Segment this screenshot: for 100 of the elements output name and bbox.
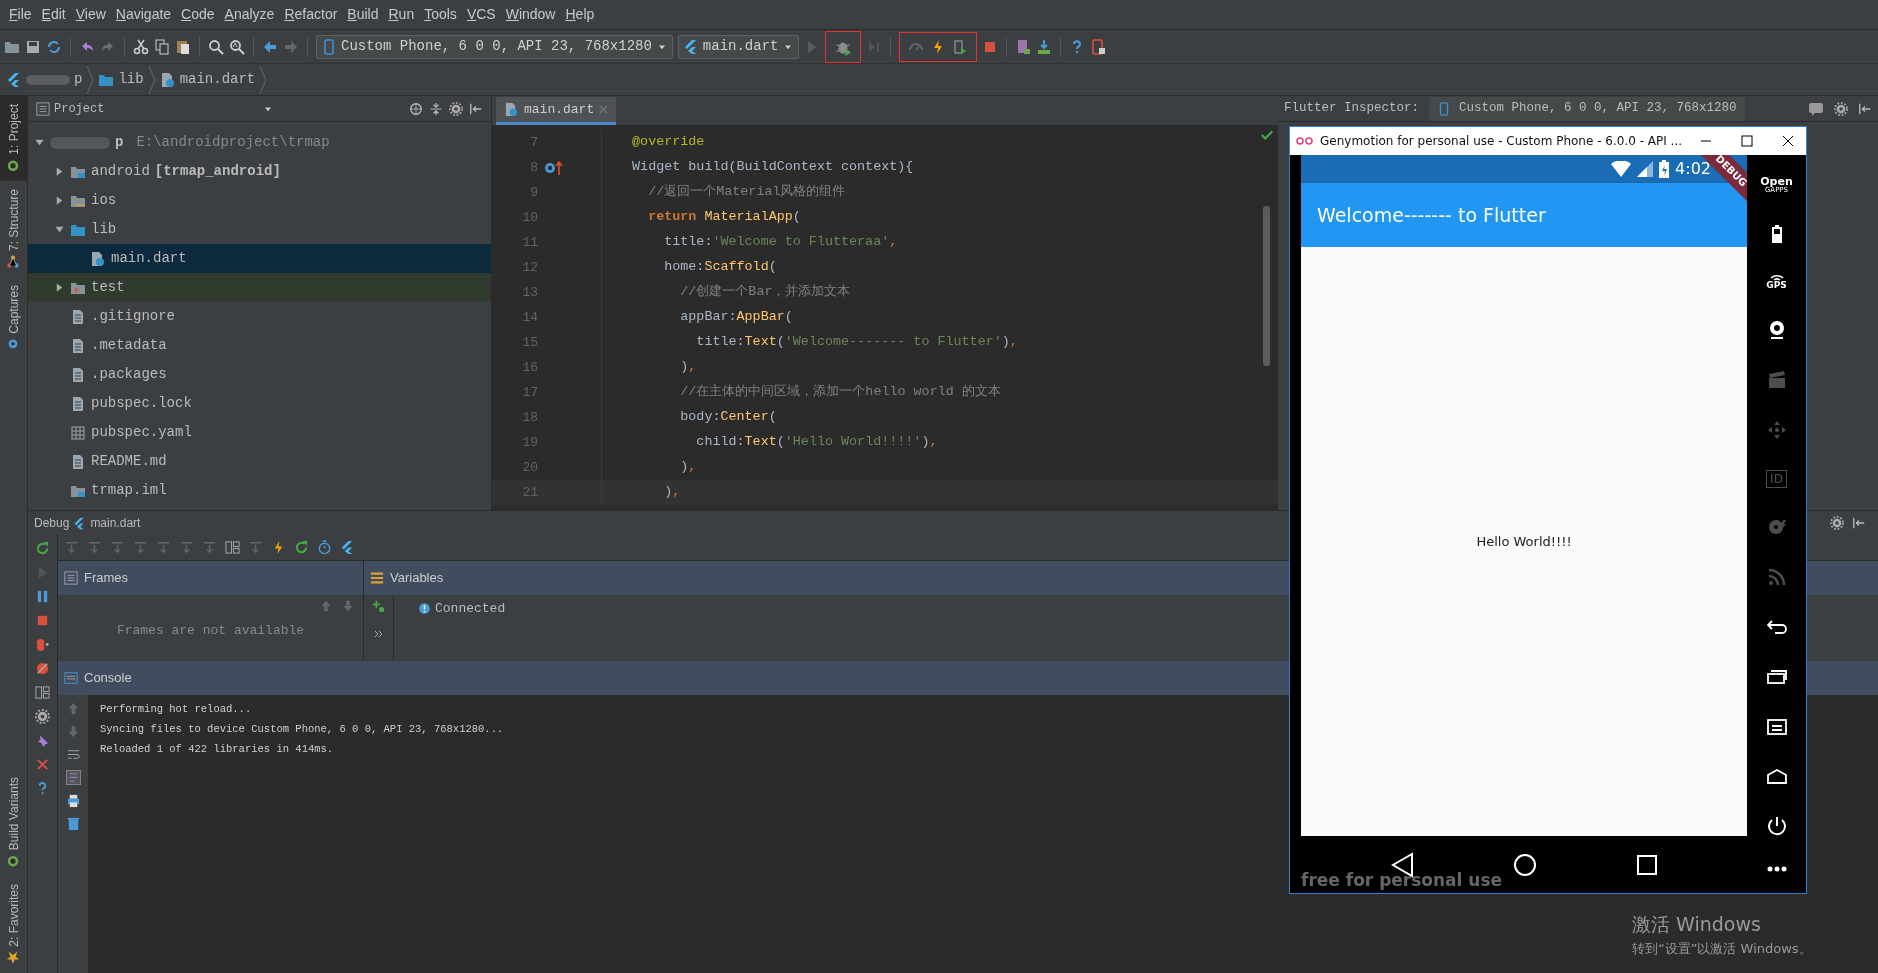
scrollbar[interactable] [1263,206,1270,366]
menu-item[interactable]: Refactor [279,4,343,25]
comment-icon[interactable] [1808,100,1824,117]
menu-item[interactable]: VCS [461,4,501,25]
gear-icon[interactable] [449,101,463,116]
expand-arrow-icon[interactable] [54,282,65,293]
crosshair-icon[interactable] [409,101,423,116]
layout-icon[interactable] [35,685,50,700]
flutter-icon[interactable] [340,540,355,555]
device-dropdown[interactable]: Custom Phone, 6 0 0, API 23, 768x1280 [316,34,673,59]
editor-tab[interactable]: main.dart [496,97,617,125]
close-icon[interactable] [35,757,50,772]
search-replace-icon[interactable] [229,38,245,55]
gear-icon[interactable] [1830,516,1844,530]
search-icon[interactable] [208,38,224,55]
debug-session-tab[interactable]: main.dart [73,514,141,532]
menu-item[interactable]: Code [176,4,220,25]
breadcrumb-item[interactable]: lib [118,69,144,90]
rerun-icon[interactable] [35,541,50,556]
menu-item[interactable]: Help [560,4,600,25]
tree-row[interactable]: .gitignore [28,302,491,331]
menu-item[interactable]: Run [383,4,420,25]
menu-item[interactable]: File [4,4,37,25]
soft-wrap-icon[interactable] [65,747,81,762]
layout-icon[interactable] [225,540,240,555]
android-icon [6,854,21,869]
breadcrumb-item[interactable]: p [74,69,83,90]
sidebar-tool[interactable] [1766,816,1787,837]
hide-panel-icon[interactable] [1852,516,1866,530]
sidebar-tool[interactable] [1766,766,1787,787]
file-icon [70,395,86,412]
panel-title: Console [84,669,132,688]
stopwatch-icon[interactable] [317,540,332,555]
menu-item[interactable]: Edit [36,4,71,25]
infinity-icon [1296,136,1314,146]
tree-row[interactable]: lib [28,215,491,244]
sync-icon[interactable] [46,38,62,55]
collapse-icon[interactable] [429,101,443,116]
tree-row[interactable]: .packages [28,360,491,389]
gear-icon[interactable] [35,709,50,724]
recent-apps-icon[interactable] [1635,853,1658,876]
menu-item[interactable]: Build [342,4,384,25]
frames-icon [64,571,78,585]
expand-arrow-icon[interactable] [54,166,65,177]
tree-row[interactable]: test [28,273,491,302]
paste-icon[interactable] [175,38,191,55]
expand-arrow-icon[interactable] [54,195,65,206]
tree-row[interactable]: README.md [28,447,491,476]
panel-title: Flutter Inspector: [1284,100,1420,118]
hide-panel-icon[interactable] [1858,101,1872,116]
activation-hint: 转到“设置”以激活 Windows。 [1632,939,1812,958]
tool-window-tab[interactable]: 7: Structure [0,180,27,277]
menu-item[interactable]: Navigate [110,4,177,25]
override-marker-icon[interactable] [544,159,564,176]
tree-row[interactable]: p E:\androidproject\trmap [28,128,491,157]
tool-window-tab[interactable]: 1: Project [0,96,27,181]
file-icon [70,366,86,383]
menu-item[interactable]: Analyze [219,4,280,25]
tree-row[interactable]: pubspec.yaml [28,418,491,447]
pause-icon[interactable] [35,589,50,604]
menu-item[interactable]: View [70,4,111,25]
breadcrumb-item[interactable]: main.dart [179,69,256,90]
scissors-icon[interactable] [133,38,149,55]
device-selector[interactable]: Custom Phone, 6 0 0, API 23, 768x1280 [1429,96,1745,121]
rerun-icon[interactable] [294,540,309,555]
collapse-arrow-icon[interactable] [54,224,65,235]
tree-row[interactable]: ios [28,186,491,215]
stop-icon[interactable] [35,613,50,628]
hide-panel-icon[interactable] [469,101,483,116]
tree-row[interactable]: main.dart [28,244,491,273]
tree-row[interactable]: trmap.iml [28,476,491,505]
sidebar-tool[interactable]: GPS [1766,273,1787,291]
scroll-to-end-icon[interactable] [65,770,81,785]
tool-window-tab[interactable]: 2: Favorites [0,876,27,973]
mute-breakpoints-icon[interactable] [35,661,50,676]
tool-window-tab[interactable]: Build Variants [0,769,27,877]
trash-icon[interactable] [65,816,81,831]
run-config-dropdown[interactable]: main.dart [677,34,800,59]
collapse-arrow-icon[interactable] [34,137,45,148]
gear-icon[interactable] [1834,101,1848,116]
tree-row[interactable]: .metadata [28,331,491,360]
menu-item[interactable]: Tools [419,4,462,25]
tree-row[interactable]: android [trmap_android] [28,157,491,186]
print-icon[interactable] [65,793,81,808]
copy-icon[interactable] [154,38,170,55]
sidebar-tool[interactable] [1766,716,1787,737]
sidebar-tool[interactable] [1766,866,1787,873]
tool-window-tab[interactable]: Captures [0,276,27,360]
add-watch-icon[interactable] [371,599,386,613]
device-manager-icon[interactable] [1015,38,1032,55]
tree-row[interactable]: pubspec.lock [28,389,491,418]
breakpoints-icon[interactable] [35,637,50,652]
view-dropdown[interactable]: Project [36,99,275,118]
pin-icon[interactable] [35,733,50,748]
home-icon[interactable] [1513,852,1537,877]
device-monitor-icon[interactable] [1090,38,1107,55]
download-icon[interactable] [1036,38,1053,55]
save-icon[interactable] [25,38,41,55]
menu-item[interactable]: Window [500,4,561,25]
expand-icon[interactable] [373,629,384,639]
